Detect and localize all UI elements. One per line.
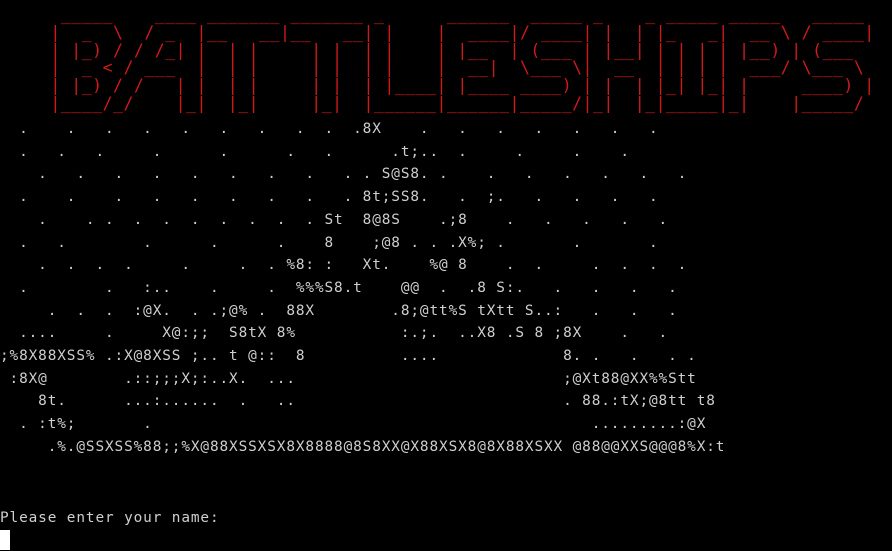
terminal-window[interactable]: _____ ____ _______ _______ _ ______ ____… (0, 0, 892, 551)
name-prompt: Please enter your name: (0, 510, 220, 526)
ship-ascii-art: . . . . . . . . . .8X . . . . . . . . . … (0, 121, 726, 455)
text-cursor (0, 530, 10, 550)
battleships-title-ascii-art: _____ ____ _______ _______ _ ______ ____… (50, 5, 875, 113)
name-input-line[interactable] (0, 530, 892, 551)
